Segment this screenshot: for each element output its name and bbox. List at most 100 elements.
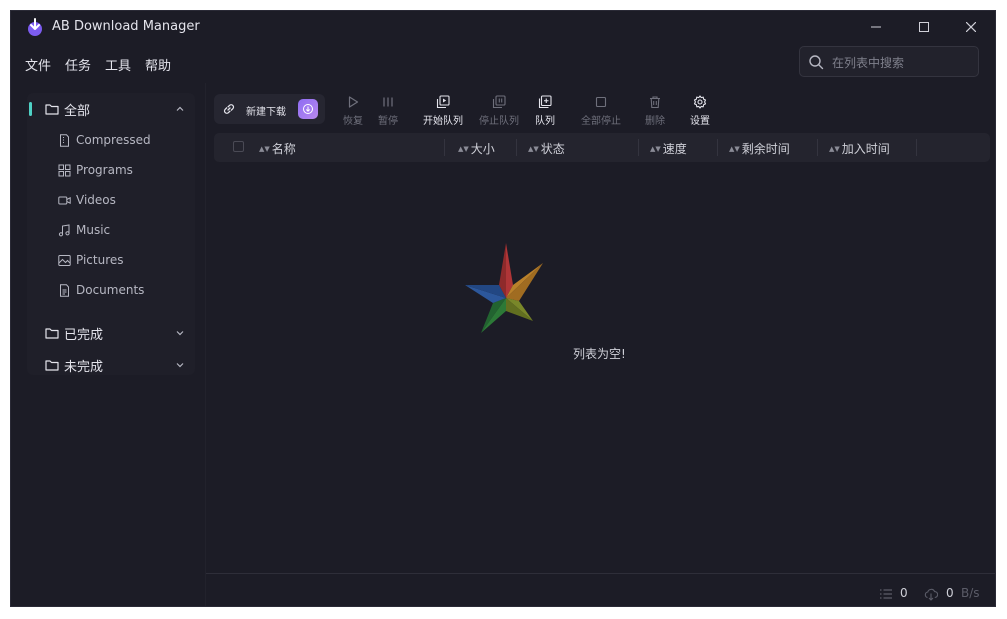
total-speed-unit: B/s (961, 586, 980, 600)
column-divider[interactable] (516, 139, 517, 156)
list-count-icon (880, 589, 892, 599)
empty-list-message: 列表为空! (573, 347, 626, 361)
sidebar-item-label: Documents (76, 283, 145, 297)
sidebar-item-finished[interactable]: 已完成 (27, 319, 195, 347)
close-button[interactable] (956, 15, 986, 39)
sidebar-item-label: 全部 (64, 103, 91, 119)
app-logo-icon (28, 18, 42, 36)
start-queue-icon (436, 95, 450, 109)
column-header-status[interactable]: ▲▼ 状态 (528, 140, 565, 157)
new-download-button[interactable]: 新建下载 (214, 94, 325, 124)
menu-tools[interactable]: 工具 (105, 53, 131, 76)
sidebar-item-label: Pictures (76, 253, 124, 267)
column-header-name[interactable]: ▲▼ 名称 (259, 140, 296, 157)
sidebar-item-label: Videos (76, 193, 116, 207)
stop-all-button[interactable]: 全部停止 (576, 95, 626, 127)
stop-all-label: 全部停止 (581, 116, 621, 127)
chevron-down-icon[interactable] (175, 360, 185, 370)
sidebar-item-videos[interactable]: Videos (27, 187, 195, 213)
link-icon (223, 104, 235, 114)
video-camera-icon (58, 196, 71, 204)
column-divider[interactable] (717, 139, 718, 156)
image-icon (58, 254, 71, 266)
column-header-speed[interactable]: ▲▼ 速度 (650, 140, 687, 157)
new-download-label: 新建下载 (246, 107, 286, 118)
menu-help[interactable]: 帮助 (145, 53, 171, 76)
sidebar-item-label: 已完成 (64, 327, 104, 343)
table-header: ▲▼ 名称 ▲▼ 大小 ▲▼ 状态 ▲▼ 速度 ▲▼ 剩余时间 ▲▼ 加入时间 (214, 133, 990, 162)
pause-label: 暂停 (378, 116, 398, 127)
sidebar-item-label: 未完成 (64, 359, 104, 375)
empty-list-illustration (465, 243, 543, 333)
stop-queue-label: 停止队列 (479, 116, 519, 127)
column-header-time-left[interactable]: ▲▼ 剩余时间 (729, 140, 790, 157)
minimize-button[interactable] (861, 15, 891, 39)
sidebar-item-pictures[interactable]: Pictures (27, 247, 195, 273)
chevron-up-icon[interactable] (175, 104, 185, 114)
start-queue-label: 开始队列 (423, 116, 463, 127)
sort-icon: ▲▼ (259, 145, 270, 153)
settings-label: 设置 (690, 116, 710, 127)
pause-icon (383, 97, 393, 107)
minimize-icon (871, 26, 881, 28)
column-divider[interactable] (638, 139, 639, 156)
queue-label: 队列 (535, 116, 555, 127)
folder-icon (45, 104, 59, 115)
sidebar-item-label: Programs (76, 163, 133, 177)
chevron-down-icon[interactable] (175, 328, 185, 338)
sort-icon: ▲▼ (528, 145, 539, 153)
gear-icon (693, 95, 707, 109)
close-icon (966, 22, 976, 32)
search-input[interactable] (830, 52, 974, 74)
cloud-download-icon (924, 588, 938, 601)
batch-download-button[interactable] (298, 99, 318, 119)
sidebar-item-label: Music (76, 223, 111, 237)
start-queue-button[interactable]: 开始队列 (418, 95, 468, 127)
delete-button[interactable]: 删除 (630, 95, 680, 127)
menu-bar: 文件 任务 工具 帮助 (25, 53, 185, 76)
pause-button[interactable]: 暂停 (363, 95, 413, 127)
queue-add-icon (538, 95, 552, 109)
maximize-icon (919, 22, 929, 32)
category-sidebar: 全部 Compressed Programs Videos Music Pict… (27, 93, 195, 375)
column-header-size[interactable]: ▲▼ 大小 (458, 140, 495, 157)
title-bar[interactable]: AB Download Manager (11, 11, 995, 43)
stop-square-icon (595, 96, 607, 108)
sidebar-divider (205, 83, 206, 606)
sidebar-item-label: Compressed (76, 133, 151, 147)
column-divider[interactable] (444, 139, 445, 156)
sort-icon: ▲▼ (650, 145, 661, 153)
sidebar-item-unfinished[interactable]: 未完成 (27, 351, 195, 379)
menu-file[interactable]: 文件 (25, 53, 51, 76)
stop-queue-button[interactable]: 停止队列 (474, 95, 524, 127)
trash-icon (650, 96, 660, 109)
grid-apps-icon (58, 164, 71, 176)
active-downloads-count: 0 (900, 586, 908, 600)
menu-tasks[interactable]: 任务 (65, 53, 91, 76)
search-box[interactable] (799, 46, 979, 77)
column-divider[interactable] (817, 139, 818, 156)
cloud-download-icon (303, 104, 313, 114)
search-icon (809, 55, 824, 70)
status-bar-divider (206, 573, 995, 574)
sidebar-item-all[interactable]: 全部 (27, 95, 195, 123)
column-divider[interactable] (916, 139, 917, 156)
maximize-button[interactable] (909, 15, 939, 39)
app-window: AB Download Manager 文件 任务 工具 帮助 全部 (10, 10, 996, 607)
folder-icon (45, 360, 59, 371)
folder-icon (45, 328, 59, 339)
stop-queue-icon (492, 95, 506, 109)
queue-button[interactable]: 队列 (520, 95, 570, 127)
sidebar-item-programs[interactable]: Programs (27, 157, 195, 183)
column-header-date-added[interactable]: ▲▼ 加入时间 (829, 140, 890, 157)
select-all-checkbox[interactable] (233, 141, 244, 152)
sidebar-item-music[interactable]: Music (27, 217, 195, 243)
total-speed-value: 0 (946, 586, 954, 600)
archive-file-icon (60, 133, 69, 147)
sidebar-item-compressed[interactable]: Compressed (27, 127, 195, 153)
music-note-icon (58, 223, 70, 236)
sort-icon: ▲▼ (829, 145, 840, 153)
sort-icon: ▲▼ (458, 145, 469, 153)
settings-button[interactable]: 设置 (675, 95, 725, 127)
sidebar-item-documents[interactable]: Documents (27, 277, 195, 303)
